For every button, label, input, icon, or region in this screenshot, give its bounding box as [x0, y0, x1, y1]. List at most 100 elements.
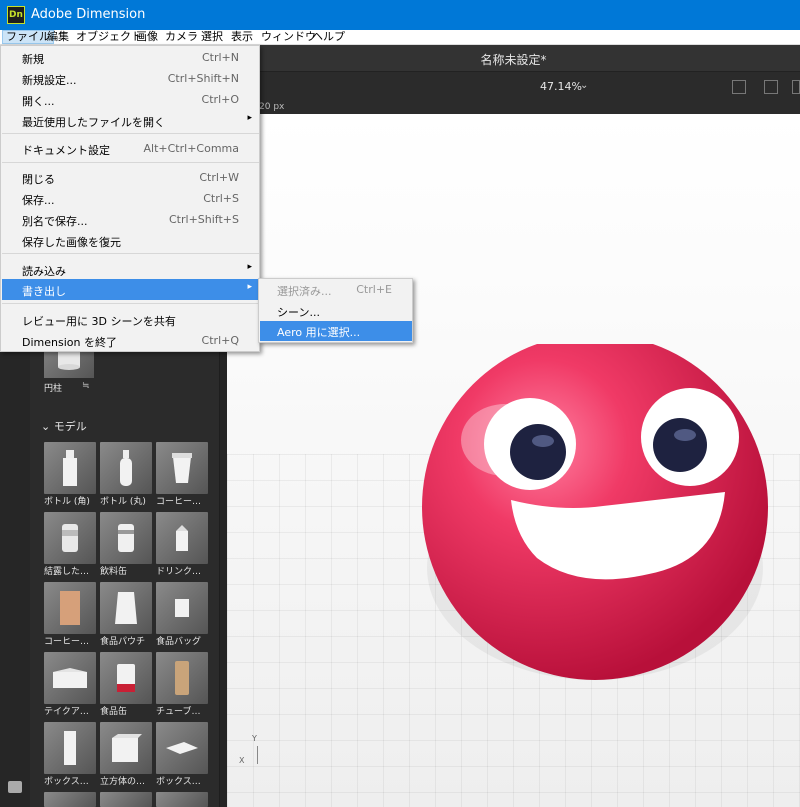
model-thumb[interactable] [44, 792, 96, 807]
menu-help[interactable]: ヘルプ [309, 30, 348, 44]
model-label: 飲料缶 [100, 567, 128, 577]
model-thumb[interactable] [156, 582, 208, 634]
menu-camera[interactable]: カメラ [162, 30, 201, 44]
food-bag-icon [175, 599, 189, 617]
file-menu: 新規 Ctrl+N 新規設定... Ctrl+Shift+N 開く... Ctrl+O… [0, 45, 260, 352]
zoom-level[interactable]: 47.14% [540, 80, 582, 93]
export-submenu: 選択済み... Ctrl+E シーン... Aero 用に選択... [258, 278, 413, 343]
chevron-down-icon[interactable]: ⌄ [580, 80, 588, 91]
model-thumb[interactable] [44, 722, 96, 774]
model-label: コーヒー… [44, 637, 90, 647]
model-thumb[interactable] [44, 512, 96, 564]
ruler: 20 px [227, 102, 800, 114]
cylinder-label: 円柱 [44, 384, 63, 394]
menu-quit[interactable]: Dimension を終了 Ctrl+Q [2, 330, 259, 351]
food-can-icon [117, 664, 135, 692]
ruler-label: 20 px [259, 102, 285, 112]
model-label: ボトル (角) [44, 497, 90, 507]
window-title: Adobe Dimension [31, 7, 146, 22]
model-thumb[interactable] [156, 442, 208, 494]
model-label: コーヒー… [156, 497, 202, 507]
model-thumb[interactable] [100, 582, 152, 634]
round-bottle-icon [120, 450, 132, 486]
menu-restore-saved-images[interactable]: 保存した画像を復元 [2, 230, 259, 251]
app-logo: Dn [7, 6, 25, 24]
frame-icon[interactable] [732, 80, 746, 94]
model-label: ボトル (丸) [100, 497, 146, 507]
menu-new-settings[interactable]: 新規設定... Ctrl+Shift+N [2, 68, 259, 89]
archive-icon[interactable] [8, 781, 22, 793]
models-section-title[interactable]: ⌄ モデル [41, 418, 87, 434]
tall-box-icon [64, 731, 76, 765]
menu-divider [2, 133, 259, 134]
model-thumb[interactable] [100, 792, 152, 807]
beverage-can-icon [118, 524, 134, 552]
model-thumb[interactable] [44, 652, 96, 704]
model-label: ボックス… [156, 777, 201, 787]
menu-divider [2, 162, 259, 163]
wet-can-icon [62, 524, 78, 552]
flat-box-icon [166, 742, 198, 754]
menu-open[interactable]: 開く... Ctrl+O [2, 89, 259, 110]
model-thumb[interactable] [44, 442, 96, 494]
menu-document-settings[interactable]: ドキュメント設定 Alt+Ctrl+Comma [2, 138, 259, 159]
menu-save-as[interactable]: 別名で保存... Ctrl+Shift+S [2, 209, 259, 230]
model-label: チューブ… [156, 707, 201, 717]
menu-divider [2, 303, 259, 304]
model-thumb[interactable] [156, 722, 208, 774]
model-label: 立方体の… [100, 777, 146, 787]
align-icon[interactable] [764, 80, 778, 94]
chevron-right-icon: ▸ [247, 262, 252, 272]
submenu-export-scene[interactable]: シーン... [260, 301, 412, 321]
canvas-toolbar: 47.14% ⌄ [227, 72, 800, 102]
model-label: 結露した… [44, 567, 90, 577]
menu-save[interactable]: 保存... Ctrl+S [2, 188, 259, 209]
model-label: テイクア… [44, 707, 89, 717]
axis-y-label: Y [252, 734, 257, 743]
menu-new[interactable]: 新規 Ctrl+N [2, 47, 259, 68]
title-bar: Dn Adobe Dimension [0, 0, 800, 30]
menu-import[interactable]: 読み込み ▸ [2, 259, 259, 280]
food-pouch-icon [115, 592, 137, 624]
axis-x-label: X [239, 756, 245, 765]
menu-select[interactable]: 選択 [198, 30, 226, 44]
menu-share-3d-scene[interactable]: レビュー用に 3D シーンを共有 [2, 309, 259, 330]
menu-divider [2, 253, 259, 254]
tube-icon [175, 661, 189, 695]
model-label: ドリンク… [156, 567, 202, 577]
menu-export[interactable]: 書き出し ▸ [2, 279, 259, 300]
coffee-cup-icon [172, 453, 192, 483]
smiley-sphere[interactable] [419, 344, 779, 684]
model-thumb[interactable] [156, 792, 208, 807]
square-bottle-icon [63, 450, 77, 486]
model-label: 食品パウチ [100, 637, 146, 647]
menu-image[interactable]: 画像 [133, 30, 161, 44]
chevron-right-icon: ▸ [247, 113, 252, 123]
model-label: ボックス… [44, 777, 89, 787]
menu-edit[interactable]: 編集 [44, 30, 72, 44]
more-icon[interactable] [792, 80, 800, 94]
3d-canvas[interactable]: Y X [227, 114, 800, 807]
model-label: 食品缶 [100, 707, 128, 717]
model-thumb[interactable] [100, 442, 152, 494]
model-thumb[interactable] [156, 652, 208, 704]
menu-open-recent[interactable]: 最近使用したファイルを開く ▸ [2, 110, 259, 131]
document-title: 名称未設定* [480, 53, 547, 67]
submenu-select-for-aero[interactable]: Aero 用に選択... [260, 321, 412, 341]
model-thumb[interactable] [100, 722, 152, 774]
coffee-bag-icon [60, 591, 80, 625]
menu-close[interactable]: 閉じる Ctrl+W [2, 167, 259, 188]
model-thumb[interactable] [156, 512, 208, 564]
chevron-right-icon: ▸ [247, 282, 252, 292]
axis-indicator [257, 746, 258, 764]
model-thumb[interactable] [100, 652, 152, 704]
model-label: 食品バッグ [156, 637, 202, 647]
menu-view[interactable]: 表示 [228, 30, 256, 44]
submenu-export-selected[interactable]: 選択済み... Ctrl+E [260, 280, 412, 300]
drink-carton-icon [176, 525, 188, 551]
takeout-box-icon [53, 668, 87, 688]
model-thumb[interactable] [100, 512, 152, 564]
options-icon[interactable]: ≒ [82, 381, 90, 391]
model-thumb[interactable] [44, 582, 96, 634]
document-header: 名称未設定* [227, 45, 800, 72]
